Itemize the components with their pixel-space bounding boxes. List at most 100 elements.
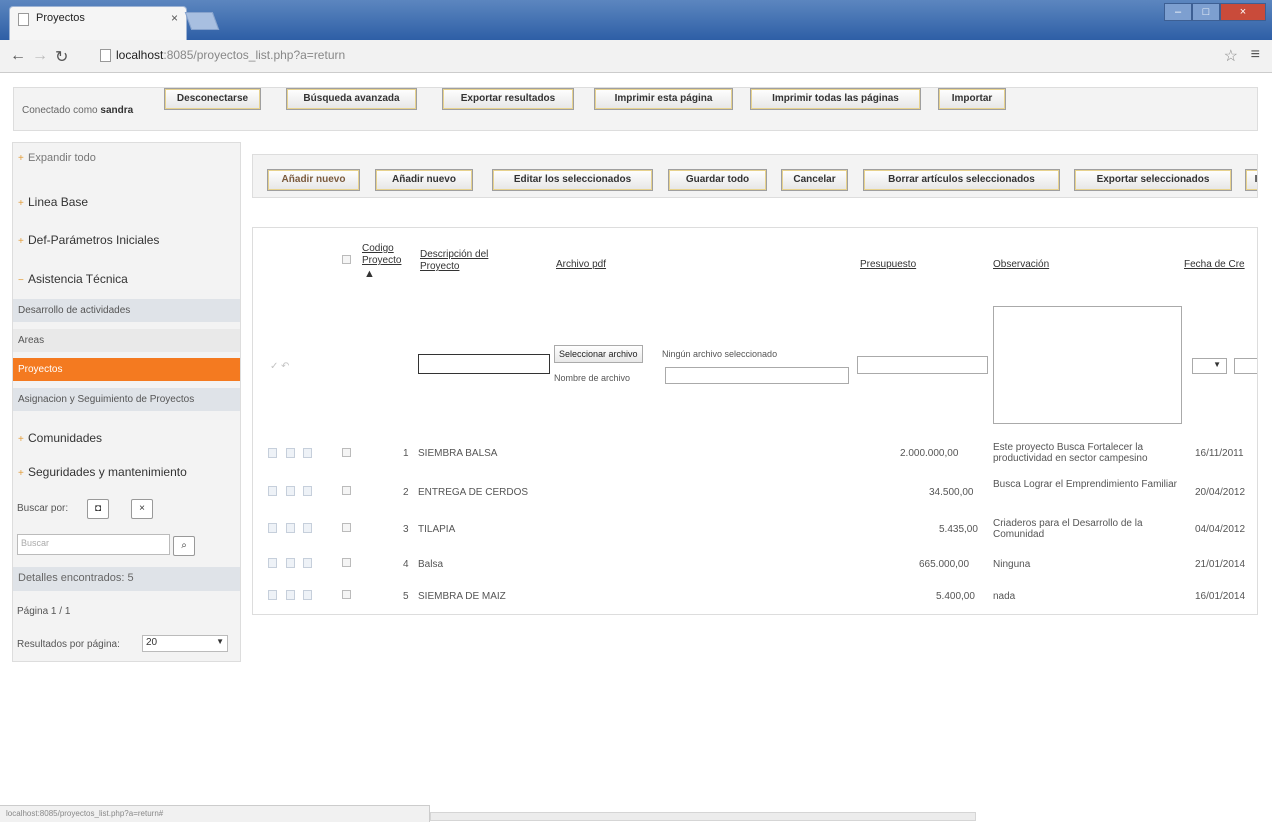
edit-icon[interactable] xyxy=(286,523,295,533)
header-code-line-2: Proyecto xyxy=(362,255,402,266)
observation-textarea[interactable] xyxy=(993,306,1182,424)
sidebar: + Expandir todo + Linea Base + Def-Parámetr… xyxy=(12,142,241,662)
inline-edit-icon[interactable] xyxy=(303,448,312,458)
save-row-icon[interactable]: ✓ xyxy=(270,361,278,372)
sidebar-item-label: Linea Base xyxy=(28,195,89,209)
logout-button[interactable]: Desconectarse xyxy=(164,88,261,110)
inline-edit-icon[interactable] xyxy=(303,558,312,568)
plus-icon: + xyxy=(18,198,24,209)
header-description[interactable]: Descripción del Proyecto xyxy=(420,249,488,273)
select-all-checkbox[interactable] xyxy=(342,255,351,264)
back-icon[interactable]: ← xyxy=(10,47,26,65)
url-path: :8085/proyectos_list.php?a=return xyxy=(163,48,346,62)
select-file-button[interactable]: Seleccionar archivo xyxy=(554,345,643,363)
row-budget: 2.000.000,00 xyxy=(900,448,959,459)
file-name-input[interactable] xyxy=(665,367,849,384)
row-code: 5 xyxy=(403,591,409,602)
sidebar-item-desarrollo[interactable]: Desarrollo de actividades xyxy=(13,299,240,322)
edit-icon[interactable] xyxy=(286,486,295,496)
no-file-label: Ningún archivo seleccionado xyxy=(662,349,778,359)
date-input[interactable] xyxy=(1234,358,1257,374)
new-tab-button[interactable] xyxy=(184,12,220,30)
edit-icon[interactable] xyxy=(286,448,295,458)
close-icon[interactable]: × xyxy=(171,11,178,25)
header-budget[interactable]: Presupuesto xyxy=(860,259,916,271)
view-icon[interactable] xyxy=(268,523,277,533)
save-all-button[interactable]: Guardar todo xyxy=(668,169,767,191)
row-description: Balsa xyxy=(418,559,444,570)
row-budget: 665.000,00 xyxy=(919,559,970,570)
delete-selected-button[interactable]: Borrar artículos seleccionados xyxy=(863,169,1060,191)
add-new-button[interactable]: Añadir nuevo xyxy=(267,169,360,191)
sidebar-item-comunidades[interactable]: + Comunidades xyxy=(13,431,240,445)
horizontal-scrollbar[interactable] xyxy=(430,812,976,821)
row-observation: Busca Lograr el Emprendimiento Familiar xyxy=(993,479,1177,490)
maximize-button[interactable]: □ xyxy=(1192,3,1220,21)
budget-input[interactable] xyxy=(857,356,988,374)
header-date[interactable]: Fecha de Cre xyxy=(1184,259,1245,271)
browser-toolbar: ← → ↻ localhost:8085/proyectos_list.php?… xyxy=(0,40,1272,73)
search-toggle-icon[interactable]: ◘ xyxy=(87,499,109,519)
inline-edit-icon[interactable] xyxy=(303,486,312,496)
row-date: 16/01/2014 xyxy=(1195,591,1246,602)
row-checkbox[interactable] xyxy=(342,448,351,457)
edit-selected-button[interactable]: Editar los seleccionados xyxy=(492,169,653,191)
row-checkbox[interactable] xyxy=(342,486,351,495)
header-pdf[interactable]: Archivo pdf xyxy=(556,259,606,271)
projects-grid: Codigo Proyecto ▲ Descripción del Proyecto… xyxy=(252,227,1258,615)
import-button[interactable]: Importar xyxy=(938,88,1006,110)
clear-search-icon[interactable]: × xyxy=(131,499,153,519)
forward-icon[interactable]: → xyxy=(32,47,48,65)
sidebar-item-asignacion[interactable]: Asignacion y Seguimiento de Proyectos xyxy=(13,388,240,411)
bookmark-star-icon[interactable]: ☆ xyxy=(1224,46,1238,66)
inline-edit-icon[interactable] xyxy=(303,523,312,533)
print-page-button[interactable]: Imprimir esta página xyxy=(594,88,733,110)
results-per-page-select[interactable]: 20 ▼ xyxy=(142,635,228,652)
results-per-page-label: Resultados por página: xyxy=(17,639,120,650)
sidebar-item-seguridades[interactable]: + Seguridades y mantenimiento xyxy=(13,465,240,479)
sidebar-item-areas[interactable]: Areas xyxy=(13,329,240,352)
browser-tab[interactable]: Proyectos × xyxy=(9,6,187,40)
cancel-button[interactable]: Cancelar xyxy=(781,169,848,191)
sidebar-item-linea-base[interactable]: + Linea Base xyxy=(13,195,240,209)
header-code[interactable]: Codigo Proyecto xyxy=(362,243,401,267)
row-description: TILAPIA xyxy=(418,524,456,535)
header-observation[interactable]: Observación xyxy=(993,259,1049,271)
export-results-button[interactable]: Exportar resultados xyxy=(442,88,574,110)
more-button[interactable]: I xyxy=(1245,169,1257,191)
search-icon[interactable]: ⌕ xyxy=(173,536,195,556)
row-budget: 5.400,00 xyxy=(936,591,975,602)
results-per-page-value: 20 xyxy=(146,637,158,648)
date-select[interactable]: ▼ xyxy=(1192,358,1227,374)
view-icon[interactable] xyxy=(268,558,277,568)
inline-edit-icon[interactable] xyxy=(303,590,312,600)
expand-all[interactable]: + Expandir todo xyxy=(13,152,240,164)
close-window-button[interactable]: × xyxy=(1220,3,1266,21)
sidebar-item-parametros[interactable]: + Def-Parámetros Iniciales xyxy=(13,233,240,247)
view-icon[interactable] xyxy=(268,590,277,600)
add-new-inline-button[interactable]: Añadir nuevo xyxy=(375,169,473,191)
sidebar-item-label: Asistencia Técnica xyxy=(28,272,128,286)
minimize-button[interactable]: – xyxy=(1164,3,1192,21)
view-icon[interactable] xyxy=(268,486,277,496)
description-input[interactable] xyxy=(418,354,550,374)
edit-icon[interactable] xyxy=(286,558,295,568)
reload-icon[interactable]: ↻ xyxy=(55,47,68,67)
search-input[interactable]: Buscar xyxy=(17,534,170,555)
revert-row-icon[interactable]: ↶ xyxy=(281,361,289,372)
row-budget: 5.435,00 xyxy=(939,524,978,535)
export-selected-button[interactable]: Exportar seleccionados xyxy=(1074,169,1232,191)
row-checkbox[interactable] xyxy=(342,558,351,567)
advanced-search-button[interactable]: Búsqueda avanzada xyxy=(286,88,417,110)
menu-icon[interactable]: ≡ xyxy=(1251,46,1260,64)
print-all-button[interactable]: Imprimir todas las páginas xyxy=(750,88,921,110)
row-checkbox[interactable] xyxy=(342,590,351,599)
view-icon[interactable] xyxy=(268,448,277,458)
edit-icon[interactable] xyxy=(286,590,295,600)
sidebar-item-proyectos[interactable]: Proyectos xyxy=(13,358,240,381)
tab-title: Proyectos xyxy=(36,12,85,24)
sidebar-item-label: Comunidades xyxy=(28,431,103,445)
row-checkbox[interactable] xyxy=(342,523,351,532)
address-bar[interactable]: localhost:8085/proyectos_list.php?a=retu… xyxy=(116,48,345,62)
sidebar-item-asistencia[interactable]: − Asistencia Técnica xyxy=(13,272,240,286)
